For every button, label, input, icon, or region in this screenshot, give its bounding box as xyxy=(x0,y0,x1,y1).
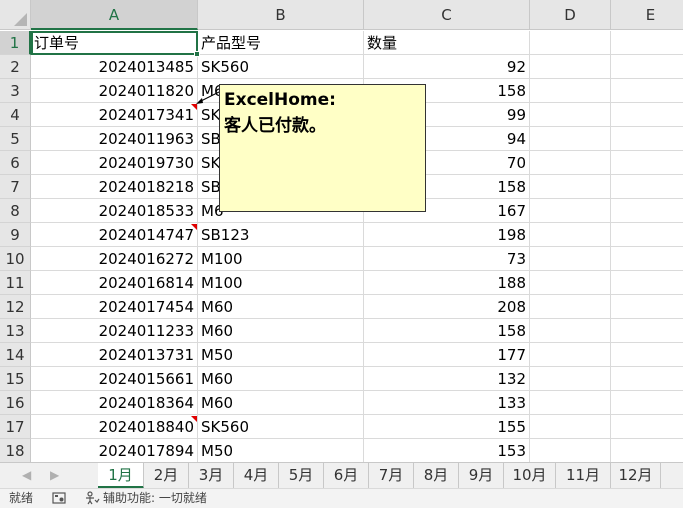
sheet-tab[interactable]: 3月 xyxy=(189,463,234,488)
triangle-left-icon[interactable]: ◀ xyxy=(22,468,31,482)
macro-record-icon[interactable] xyxy=(52,491,66,511)
accessibility-icon[interactable] xyxy=(84,491,100,511)
sheet-tab[interactable]: 1月 xyxy=(98,463,144,489)
sheet-tab[interactable]: 12月 xyxy=(611,463,661,488)
sheet-tab[interactable]: 9月 xyxy=(459,463,504,488)
sheet-tab[interactable]: 10月 xyxy=(504,463,556,488)
sheet-tab[interactable]: 7月 xyxy=(369,463,414,488)
status-accessibility: 辅助功能: 一切就绪 xyxy=(103,491,207,505)
triangle-right-icon[interactable]: ▶ xyxy=(50,468,59,482)
sheet-tab[interactable]: 8月 xyxy=(414,463,459,488)
comment-box[interactable]: ExcelHome: 客人已付款。 xyxy=(219,84,426,212)
sheet-tab-bar: ◀ ▶ 1月 2月 3月 4月 5月 6月 7月 8月 9月 10月 11月 12月 xyxy=(0,462,683,489)
sheet-tab[interactable]: 6月 xyxy=(324,463,369,488)
sheet-tab[interactable]: 4月 xyxy=(234,463,279,488)
comment-connector xyxy=(196,91,220,104)
sheet-tab[interactable]: 2月 xyxy=(144,463,189,488)
sheet-tab[interactable]: 5月 xyxy=(279,463,324,488)
spreadsheet-grid[interactable]: ABCDE 1 订单号 产品型号 数量 2 2024013485 SK560 92 3 20240… xyxy=(0,0,683,462)
sheet-tab[interactable]: 11月 xyxy=(556,463,611,488)
status-bar: 就绪 辅助功能: 一切就绪 xyxy=(0,488,683,508)
comment-text: 客人已付款。 xyxy=(224,116,326,136)
comment-author: ExcelHome: xyxy=(224,90,336,110)
status-ready: 就绪 xyxy=(9,491,34,505)
